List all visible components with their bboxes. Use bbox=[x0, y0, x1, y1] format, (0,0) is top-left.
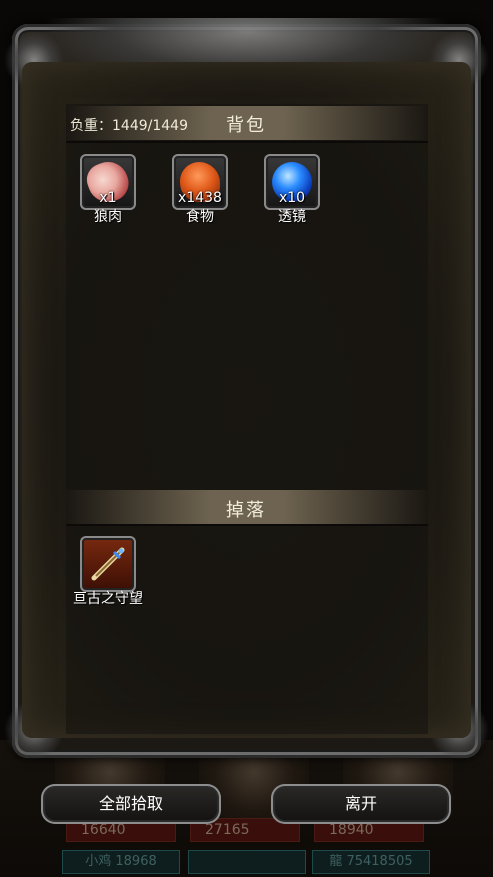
inventory-slot[interactable]: x1 bbox=[80, 154, 136, 210]
drops-title: 掉落 bbox=[226, 500, 266, 521]
leave-button[interactable]: 离开 bbox=[271, 784, 451, 824]
inventory-title: 背包 bbox=[226, 115, 266, 136]
item-name: 狼肉 bbox=[94, 209, 122, 225]
pickup-all-button[interactable]: 全部拾取 bbox=[41, 784, 221, 824]
item-name: 透镜 bbox=[278, 209, 306, 225]
inventory-slot[interactable]: x1438 bbox=[172, 154, 228, 210]
divider bbox=[66, 141, 428, 143]
party-name-3: 龍 75418505 bbox=[312, 850, 430, 874]
item-count: x1 bbox=[99, 190, 117, 206]
item-count: x10 bbox=[278, 190, 306, 206]
item-name: 食物 bbox=[186, 209, 214, 225]
sword-icon bbox=[88, 544, 128, 584]
divider bbox=[66, 524, 428, 526]
item-count: x1438 bbox=[178, 190, 222, 206]
item-name: 亘古之守望 bbox=[73, 591, 143, 607]
party-name-1: 小鸡 18968 bbox=[62, 850, 180, 874]
weight-label: 负重：1449/1449 bbox=[70, 118, 188, 134]
inventory-slot[interactable]: x10 bbox=[264, 154, 320, 210]
party-name-2 bbox=[188, 850, 306, 874]
drop-slot[interactable] bbox=[80, 536, 136, 592]
